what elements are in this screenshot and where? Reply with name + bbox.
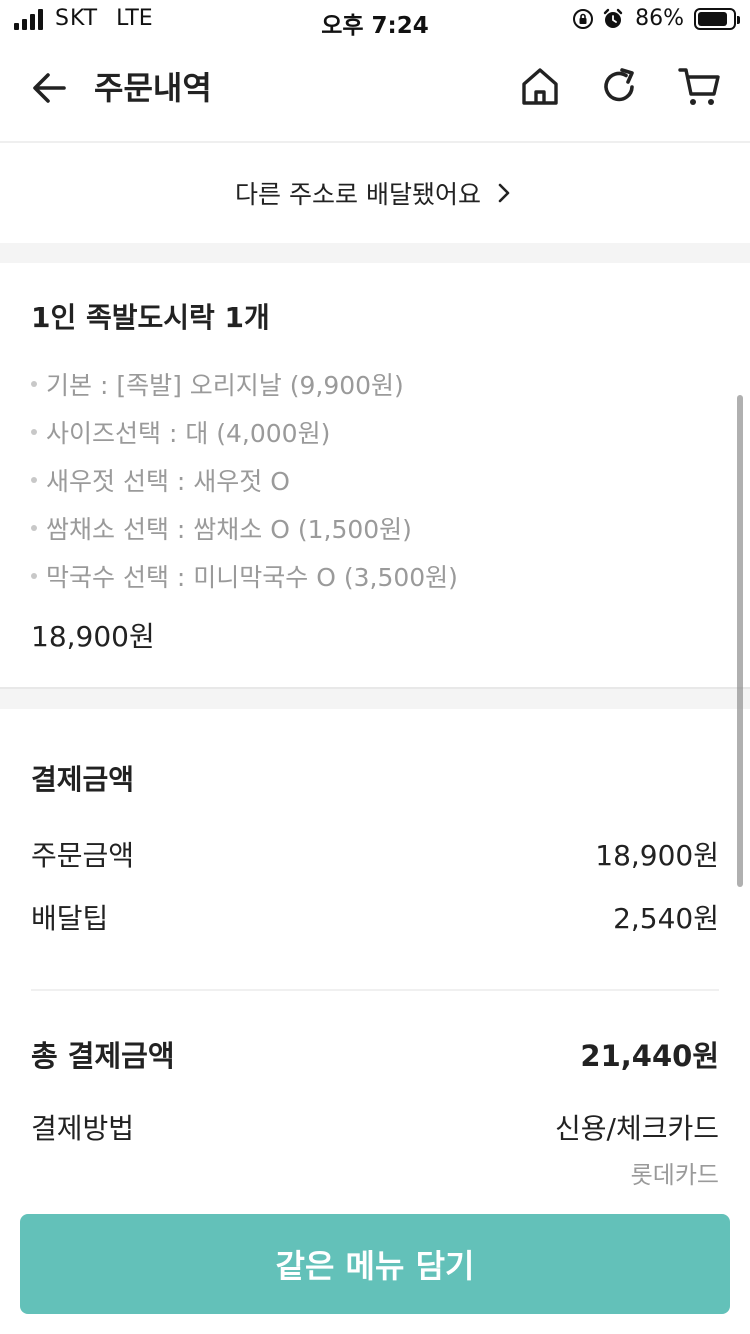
status-right: 86% [571,6,740,31]
app-header: 주문내역 [0,40,750,140]
battery-icon [694,7,740,30]
bullet-icon [31,381,37,387]
home-icon[interactable] [516,62,564,110]
delivery-tip-label: 배달팁 [31,902,109,935]
option-text: 새우젓 선택 : 새우젓 O [46,467,290,496]
order-amount-value: 18,900원 [595,839,719,872]
payment-method-row: 결제방법 신용/체크카드 [31,1107,719,1147]
menu-item-title: 1인 족발도시락 1개 [31,301,270,334]
cart-icon[interactable] [676,62,724,110]
menu-option: 막국수 선택 : 미니막국수 O (3,500원) [31,552,458,600]
menu-option: 새우젓 선택 : 새우젓 O [31,456,458,504]
payment-divider [31,989,719,991]
section-separator [0,687,750,709]
menu-item-price: 18,900원 [31,620,155,653]
payment-method-value: 신용/체크카드 [555,1112,719,1145]
delivery-tip-row: 배달팁 2,540원 [31,897,719,937]
back-arrow-icon[interactable] [26,64,74,112]
battery-tip [737,15,740,24]
menu-option: 사이즈선택 : 대 (4,000원) [31,408,458,456]
order-amount-row: 주문금액 18,900원 [31,834,719,874]
option-text: 막국수 선택 : 미니막국수 O (3,500원) [46,563,458,592]
bullet-icon [31,573,37,579]
payment-section-title: 결제금액 [31,763,135,796]
section-separator [0,243,750,263]
bullet-icon [31,429,37,435]
battery-percentage: 86% [635,6,684,31]
bullet-icon [31,525,37,531]
menu-option: 쌈채소 선택 : 쌈채소 O (1,500원) [31,504,458,552]
menu-option: 기본 : [족발] 오리지날 (9,900원) [31,360,458,408]
delivery-address-link[interactable]: 다른 주소로 배달됐어요 [0,143,750,243]
alarm-icon [603,8,623,28]
refresh-icon[interactable] [595,62,643,110]
page-title: 주문내역 [94,69,212,107]
payment-method-label: 결제방법 [31,1112,135,1145]
order-amount-label: 주문금액 [31,839,135,872]
delivery-address-text: 다른 주소로 배달됐어요 [235,180,481,209]
option-text: 쌈채소 선택 : 쌈채소 O (1,500원) [46,515,412,544]
status-bar: SKT LTE 오후 7:24 86% [0,0,750,40]
reorder-same-menu-button[interactable]: 같은 메뉴 담기 [20,1214,730,1314]
option-text: 기본 : [족발] 오리지날 (9,900원) [46,371,404,400]
total-amount-value: 21,440원 [580,1039,719,1073]
scrollbar[interactable] [737,395,743,887]
total-amount-row: 총 결제금액 21,440원 [31,1033,719,1075]
card-company: 롯데카드 [630,1161,719,1189]
option-text: 사이즈선택 : 대 (4,000원) [46,419,331,448]
total-amount-label: 총 결제금액 [31,1039,175,1073]
chevron-right-icon [498,183,510,203]
orientation-lock-icon [573,8,594,29]
menu-option-list: 기본 : [족발] 오리지날 (9,900원) 사이즈선택 : 대 (4,000… [31,360,458,600]
battery-level [698,11,728,26]
bullet-icon [31,477,37,483]
delivery-tip-value: 2,540원 [613,902,719,935]
